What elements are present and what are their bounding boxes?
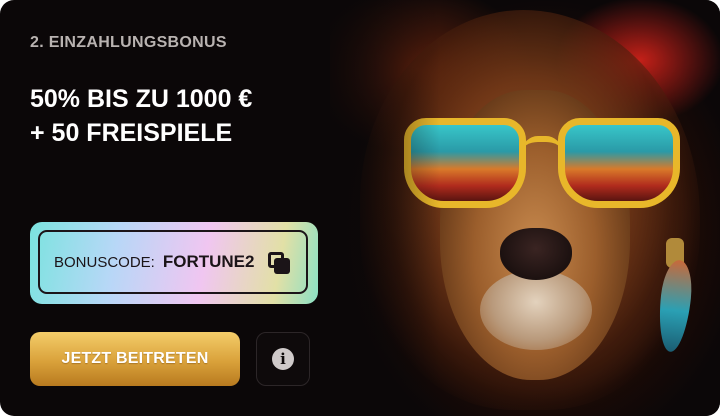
sunglasses-lens-right (558, 118, 680, 208)
lion-nose (500, 228, 572, 280)
headline-line-1: 50% BIS ZU 1000 € (30, 85, 253, 113)
join-now-button[interactable]: JETZT BEITRETEN (30, 332, 240, 386)
info-button[interactable]: i (256, 332, 310, 386)
lion-muzzle (480, 270, 592, 350)
copy-icon[interactable] (266, 250, 292, 276)
promo-card: 2. EINZAHLUNGSBONUS 50% BIS ZU 1000 € + … (0, 0, 720, 416)
hero-image-fade (300, 0, 440, 416)
sunglasses (404, 118, 680, 218)
bonus-code-value: FORTUNE2 (162, 252, 255, 271)
bonus-code-field: BONUSCODE: FORTUNE2 (38, 230, 308, 294)
sunglasses-bridge (522, 136, 562, 152)
bonus-code-label: BONUSCODE: (54, 253, 155, 271)
bonus-code-box: BONUSCODE: FORTUNE2 (30, 222, 318, 304)
info-icon: i (272, 348, 294, 370)
headline-line-2: + 50 FREISPIELE (30, 119, 233, 147)
promo-headline: 50% BIS ZU 1000 € + 50 FREISPIELE (30, 82, 360, 150)
promo-eyebrow: 2. EINZAHLUNGSBONUS (30, 34, 227, 51)
copy-icon-front (274, 258, 290, 274)
